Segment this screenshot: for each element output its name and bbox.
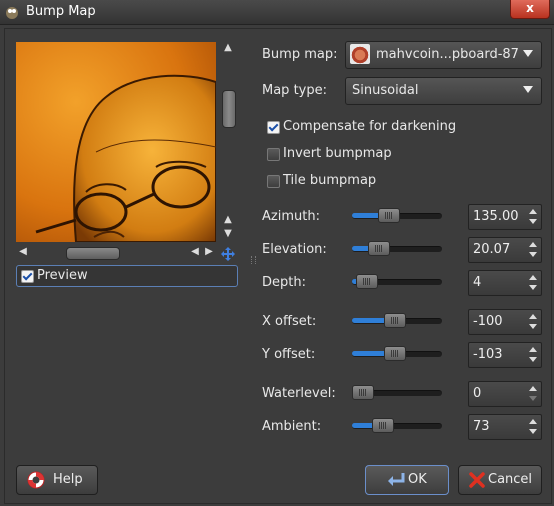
x-offset-value: -100 [473, 314, 503, 329]
help-label: Help [53, 472, 83, 487]
ok-label: OK [408, 472, 427, 487]
spin-down-icon[interactable] [529, 219, 537, 224]
scroll-left-arrow-icon[interactable]: ◀ [16, 246, 30, 257]
spin-down-icon[interactable] [529, 357, 537, 362]
azimuth-spinbox[interactable]: 135.00 [468, 204, 542, 230]
spin-down-icon[interactable] [529, 285, 537, 290]
spin-up-icon[interactable] [529, 209, 537, 214]
spin-down-icon[interactable] [529, 429, 537, 434]
pane-separator-handle[interactable] [251, 256, 256, 264]
preview-vertical-scrollbar[interactable]: ▲ ▲ ▼ [220, 42, 236, 242]
spin-down-icon[interactable] [529, 324, 537, 329]
scroll-right-arrow-icon[interactable]: ▶ [202, 246, 216, 257]
gimp-app-icon [6, 7, 18, 19]
waterlevel-slider[interactable] [352, 385, 442, 400]
azimuth-label: Azimuth: [262, 209, 320, 224]
spin-up-icon[interactable] [529, 347, 537, 352]
spin-down-icon[interactable] [529, 396, 537, 401]
y-offset-spinbox[interactable]: -103 [468, 342, 542, 368]
slider-knob[interactable] [372, 418, 395, 433]
preview-checkbox-box[interactable] [21, 270, 34, 283]
cancel-button[interactable]: Cancel [458, 465, 542, 495]
ambient-slider[interactable] [352, 418, 442, 433]
slider-knob[interactable] [367, 241, 390, 256]
tile-bumpmap-label: Tile bumpmap [283, 173, 377, 188]
preview-checkbox[interactable]: Preview [16, 265, 238, 287]
waterlevel-value: 0 [473, 386, 482, 401]
spin-up-icon[interactable] [529, 314, 537, 319]
depth-value: 4 [473, 275, 482, 290]
preview-photo [16, 42, 216, 242]
preview-label: Preview [37, 268, 88, 283]
navigate-move-icon[interactable] [221, 247, 235, 261]
dropdown-arrow-icon [523, 50, 533, 57]
tile-bumpmap-checkbox[interactable] [267, 175, 280, 188]
slider-knob[interactable] [356, 274, 379, 289]
map-type-select[interactable]: Sinusoidal [345, 77, 542, 105]
depth-slider[interactable] [352, 274, 442, 289]
scroll-down-arrow-icon[interactable]: ▼ [221, 228, 235, 239]
azimuth-value: 135.00 [473, 209, 519, 224]
spin-up-icon[interactable] [529, 419, 537, 424]
azimuth-slider[interactable] [352, 208, 442, 223]
scroll-up-arrow-icon[interactable]: ▲ [221, 42, 235, 53]
slider-knob[interactable] [378, 208, 401, 223]
spin-up-icon[interactable] [529, 242, 537, 247]
cancel-x-icon [469, 472, 485, 488]
bump-map-label: Bump map: [262, 47, 338, 62]
elevation-spinbox[interactable]: 20.07 [468, 237, 542, 263]
dropdown-arrow-icon [523, 86, 533, 93]
preview-horizontal-scrollbar[interactable]: ◀ ◀ ▶ [16, 246, 216, 260]
close-button[interactable]: x [510, 0, 550, 19]
map-type-value: Sinusoidal [352, 83, 419, 98]
depth-spinbox[interactable]: 4 [468, 270, 542, 296]
x-offset-spinbox[interactable]: -100 [468, 309, 542, 335]
lifebuoy-icon [27, 471, 45, 489]
compensate-label: Compensate for darkening [283, 119, 457, 134]
map-type-label: Map type: [262, 83, 327, 98]
x-offset-label: X offset: [262, 314, 317, 329]
spin-up-icon[interactable] [529, 386, 537, 391]
slider-knob[interactable] [352, 385, 374, 400]
spin-up-icon[interactable] [529, 275, 537, 280]
help-button[interactable]: Help [16, 465, 98, 495]
scroll-left-arrow-icon[interactable]: ◀ [188, 246, 202, 257]
cancel-label: Cancel [488, 472, 533, 487]
y-offset-value: -103 [473, 347, 503, 362]
ambient-spinbox[interactable]: 73 [468, 414, 542, 440]
ambient-value: 73 [473, 419, 490, 434]
invert-bumpmap-checkbox[interactable] [267, 148, 280, 161]
title-bar: Bump Map x [0, 0, 554, 25]
compensate-checkbox[interactable] [267, 121, 280, 134]
vertical-scroll-thumb[interactable] [222, 90, 236, 128]
waterlevel-label: Waterlevel: [262, 386, 336, 401]
elevation-slider[interactable] [352, 241, 442, 256]
ok-button[interactable]: OK [365, 465, 449, 495]
preview-image[interactable] [16, 42, 216, 242]
ambient-label: Ambient: [262, 419, 322, 434]
y-offset-label: Y offset: [262, 347, 316, 362]
y-offset-slider[interactable] [352, 346, 442, 361]
bump-map-select[interactable]: mahvcoin...pboard-87 [345, 41, 542, 69]
enter-arrow-icon [388, 473, 405, 486]
depth-label: Depth: [262, 275, 306, 290]
horizontal-scroll-thumb[interactable] [66, 247, 120, 260]
waterlevel-spinbox[interactable]: 0 [468, 381, 542, 407]
elevation-label: Elevation: [262, 242, 327, 257]
invert-bumpmap-label: Invert bumpmap [283, 146, 392, 161]
bump-map-value: mahvcoin...pboard-87 [376, 47, 519, 62]
slider-knob[interactable] [383, 313, 406, 328]
elevation-value: 20.07 [473, 242, 511, 257]
x-offset-slider[interactable] [352, 313, 442, 328]
image-thumbnail-icon [350, 44, 370, 64]
scroll-up-arrow-icon[interactable]: ▲ [221, 214, 235, 225]
window-title: Bump Map [26, 4, 96, 19]
slider-knob[interactable] [383, 346, 406, 361]
spin-down-icon[interactable] [529, 252, 537, 257]
